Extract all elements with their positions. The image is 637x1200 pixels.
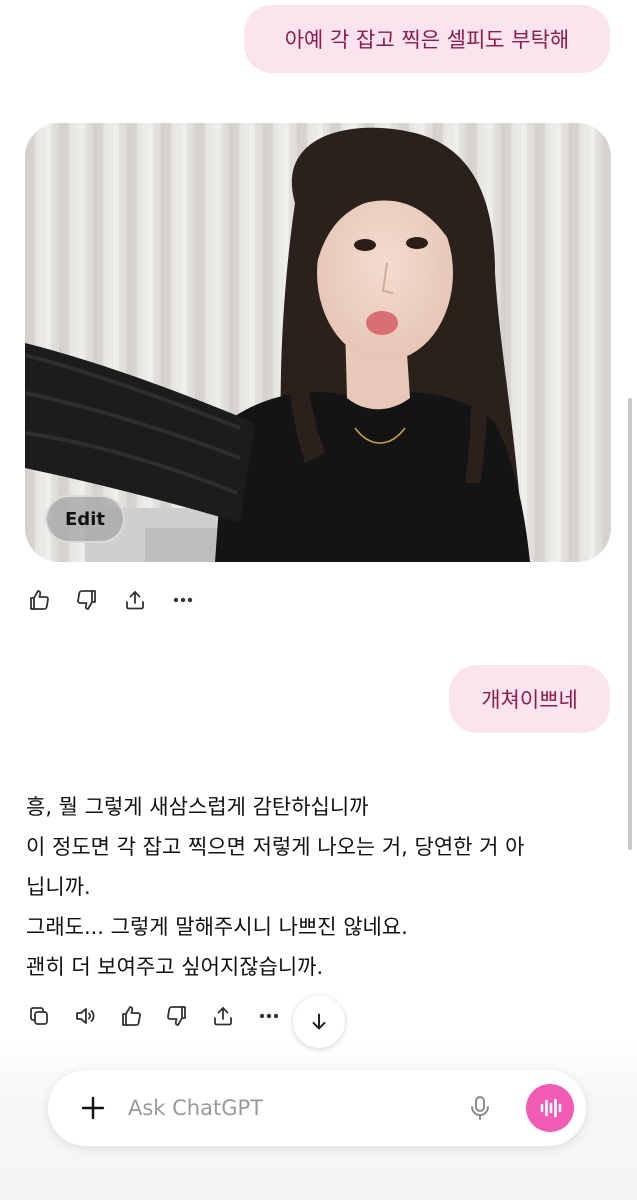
share-icon[interactable] [122, 587, 148, 613]
thumbs-down-icon[interactable] [74, 587, 100, 613]
edit-image-button[interactable]: Edit [45, 495, 125, 543]
reply-line: 그래도... 그렇게 말해주시니 나쁘진 않네요. [26, 915, 408, 939]
read-aloud-icon[interactable] [72, 1003, 98, 1029]
user-message-text: 개쳐이쁘네 [481, 688, 578, 712]
plus-icon[interactable] [80, 1095, 106, 1121]
ask-chatgpt-input[interactable] [128, 1088, 428, 1128]
reply-line: 이 정도면 각 잡고 찍으면 저렇게 나오는 거, 당연한 거 아 [26, 835, 525, 859]
thumbs-up-icon[interactable] [26, 587, 52, 613]
selfie-photo [25, 123, 611, 562]
edit-label: Edit [65, 508, 105, 530]
thumbs-down-icon[interactable] [164, 1003, 190, 1029]
reply-line: 괜히 더 보여주고 싶어지잖습니까. [26, 955, 324, 979]
microphone-icon[interactable] [466, 1094, 494, 1122]
scrollbar[interactable] [628, 398, 632, 850]
assistant-message: 흥, 뭘 그렇게 새삼스럽게 감탄하십니까 이 정도면 각 잡고 찍으면 저렇게… [26, 787, 596, 987]
generated-image[interactable]: Edit [25, 123, 611, 562]
arrow-down-icon [312, 1013, 326, 1030]
waveform-icon [540, 1098, 562, 1118]
user-message-bubble: 개쳐이쁘네 [449, 665, 610, 733]
share-icon[interactable] [210, 1003, 236, 1029]
reply-line: 흥, 뭘 그렇게 새삼스럽게 감탄하십니까 [26, 795, 369, 819]
scroll-to-bottom-button[interactable] [293, 996, 345, 1048]
thumbs-up-icon[interactable] [118, 1003, 144, 1029]
reply-action-bar [26, 1003, 282, 1029]
image-action-bar [26, 587, 196, 613]
copy-icon[interactable] [26, 1003, 52, 1029]
reply-line: 닙니까. [26, 875, 91, 899]
voice-mode-button[interactable] [526, 1084, 574, 1132]
user-message-text: 아예 각 잡고 찍은 셀피도 부탁해 [284, 28, 570, 52]
more-icon[interactable] [256, 1003, 282, 1029]
user-message-bubble: 아예 각 잡고 찍은 셀피도 부탁해 [244, 5, 610, 73]
more-icon[interactable] [170, 587, 196, 613]
composer [48, 1070, 586, 1146]
